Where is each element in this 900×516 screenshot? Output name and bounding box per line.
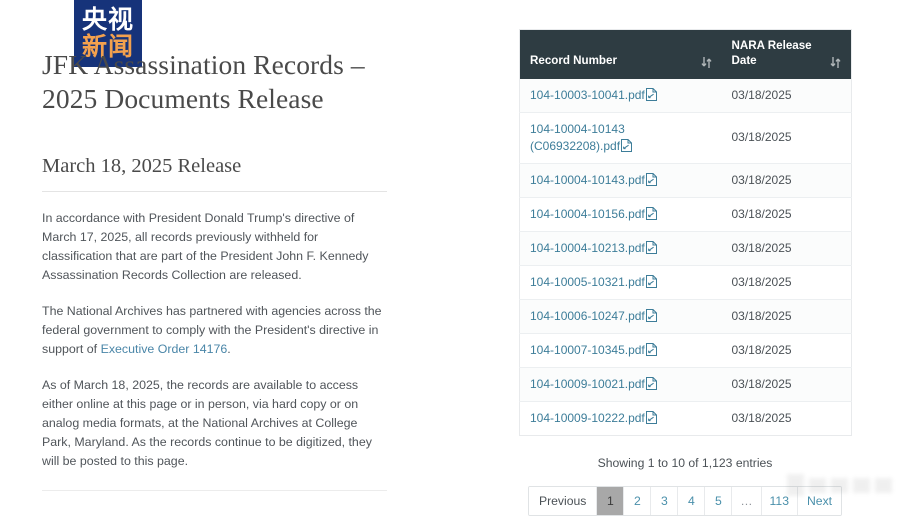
cell-nara-release-date: 03/18/2025 xyxy=(721,230,852,266)
record-number-link[interactable]: 104-10007-10345.pdf xyxy=(530,343,645,357)
cell-record-number: 104-10005-10321.pdf xyxy=(519,264,722,300)
table-row: 104-10004-10143 (C06932208).pdf 03/18/202… xyxy=(519,111,852,164)
table-row: 104-10004-10156.pdf 03/18/2025 xyxy=(519,196,852,232)
table-header-row: Record Number NARA Release Date xyxy=(519,29,852,79)
pdf-file-icon[interactable] xyxy=(645,87,657,101)
record-number-link[interactable]: 104-10006-10247.pdf xyxy=(530,309,645,323)
cell-nara-release-date: 03/18/2025 xyxy=(721,111,852,164)
table-row: 104-10005-10321.pdf 03/18/2025 xyxy=(519,264,852,300)
record-number-link[interactable]: 104-10003-10041.pdf xyxy=(530,88,645,102)
watermark-mark xyxy=(875,477,892,493)
table-row: 104-10004-10213.pdf 03/18/2025 xyxy=(519,230,852,266)
cell-record-number: 104-10004-10143 (C06932208).pdf xyxy=(519,111,722,164)
cell-nara-release-date: 03/18/2025 xyxy=(721,366,852,402)
record-number-link[interactable]: 104-10004-10213.pdf xyxy=(530,241,645,255)
cell-record-number: 104-10009-10021.pdf xyxy=(519,366,722,402)
column-header-nara-release-date-label: NARA Release Date xyxy=(731,39,812,67)
cell-nara-release-date: 03/18/2025 xyxy=(721,264,852,300)
sort-updown-icon[interactable] xyxy=(700,56,712,69)
entries-info: Showing 1 to 10 of 1,123 entries xyxy=(597,456,773,470)
paragraph-3: As of March 18, 2025, the records are av… xyxy=(42,377,372,468)
table-row: 104-10004-10143.pdf 03/18/2025 xyxy=(519,162,852,198)
pagination-page-1[interactable]: 1 xyxy=(597,487,625,516)
table-row: 104-10006-10247.pdf 03/18/2025 xyxy=(519,298,852,334)
pdf-file-icon[interactable] xyxy=(645,240,657,254)
records-table-head: Record Number NARA Release Date xyxy=(519,29,852,79)
pdf-file-icon[interactable] xyxy=(645,376,657,390)
cell-record-number: 104-10004-10213.pdf xyxy=(519,230,722,266)
record-number-link[interactable]: 104-10004-10143 (C06932208).pdf xyxy=(530,122,625,153)
watermark-mark xyxy=(831,477,848,493)
column-header-record-number-label: Record Number xyxy=(530,53,617,67)
pdf-file-icon[interactable] xyxy=(645,308,657,322)
table-row: 104-10003-10041.pdf 03/18/2025 xyxy=(519,78,852,113)
cell-record-number: 104-10004-10156.pdf xyxy=(519,196,722,232)
paragraph-1: In accordance with President Donald Trum… xyxy=(42,211,369,282)
section-heading: March 18, 2025 Release xyxy=(42,155,242,178)
pdf-file-icon[interactable] xyxy=(621,138,633,152)
record-number-link[interactable]: 104-10004-10156.pdf xyxy=(530,207,645,221)
heading-divider xyxy=(42,191,387,193)
pagination-page-4[interactable]: 4 xyxy=(678,487,706,516)
watermark-mark xyxy=(809,477,826,493)
column-header-nara-release-date[interactable]: NARA Release Date xyxy=(721,29,852,79)
cell-record-number: 104-10007-10345.pdf xyxy=(519,332,722,368)
executive-order-link[interactable]: Executive Order 14176 xyxy=(101,342,228,356)
table-row: 104-10009-10021.pdf 03/18/2025 xyxy=(519,366,852,402)
pdf-file-icon[interactable] xyxy=(645,410,657,424)
pagination-previous[interactable]: Previous xyxy=(528,487,598,516)
records-table-body: 104-10003-10041.pdf 03/18/2025 104-10004-1… xyxy=(519,78,852,436)
cell-nara-release-date: 03/18/2025 xyxy=(721,332,852,368)
table-row: 104-10007-10345.pdf 03/18/2025 xyxy=(519,332,852,368)
cell-record-number: 104-10003-10041.pdf xyxy=(519,78,722,113)
pdf-file-icon[interactable] xyxy=(645,274,657,288)
cell-record-number: 104-10006-10247.pdf xyxy=(519,298,722,334)
cell-record-number: 104-10004-10143.pdf xyxy=(519,162,722,198)
pagination-page-2[interactable]: 2 xyxy=(624,487,652,516)
screenshot-root: 央视 新闻 JFK Assassination Records – 2025 D… xyxy=(0,0,900,516)
watermark-mark xyxy=(787,474,804,496)
page-title: JFK Assassination Records – 2025 Documen… xyxy=(42,49,365,114)
pagination-page-3[interactable]: 3 xyxy=(651,487,679,516)
cell-nara-release-date: 03/18/2025 xyxy=(721,196,852,232)
paragraph-2: The National Archives has partnered with… xyxy=(42,302,387,359)
cell-nara-release-date: 03/18/2025 xyxy=(721,298,852,334)
records-panel: Record Number NARA Release Date 104-1000… xyxy=(519,29,852,516)
sort-updown-icon[interactable] xyxy=(830,56,841,69)
record-number-link[interactable]: 104-10005-10321.pdf xyxy=(530,275,645,289)
table-row: 104-10009-10222.pdf 03/18/2025 xyxy=(519,400,852,436)
record-number-link[interactable]: 104-10004-10143.pdf xyxy=(530,173,645,187)
paragraph-2-after: . xyxy=(227,341,231,356)
record-number-link[interactable]: 104-10009-10222.pdf xyxy=(530,411,645,425)
logo-text-top: 央视 xyxy=(81,5,134,34)
pdf-file-icon[interactable] xyxy=(645,342,657,356)
records-table: Record Number NARA Release Date 104-1000… xyxy=(519,29,852,436)
record-number-link[interactable]: 104-10009-10021.pdf xyxy=(530,377,645,391)
column-header-record-number[interactable]: Record Number xyxy=(519,29,722,79)
cell-nara-release-date: 03/18/2025 xyxy=(721,400,852,436)
pdf-file-icon[interactable] xyxy=(645,206,657,220)
cell-record-number: 104-10009-10222.pdf xyxy=(519,400,722,436)
article-bottom-divider xyxy=(42,489,387,491)
watermark xyxy=(752,472,892,498)
article-column: JFK Assassination Records – 2025 Documen… xyxy=(42,48,387,491)
watermark-mark xyxy=(853,477,870,493)
pagination-page-5[interactable]: 5 xyxy=(705,487,733,516)
cell-nara-release-date: 03/18/2025 xyxy=(721,162,852,198)
pdf-file-icon[interactable] xyxy=(645,172,657,186)
cell-nara-release-date: 03/18/2025 xyxy=(721,78,852,113)
